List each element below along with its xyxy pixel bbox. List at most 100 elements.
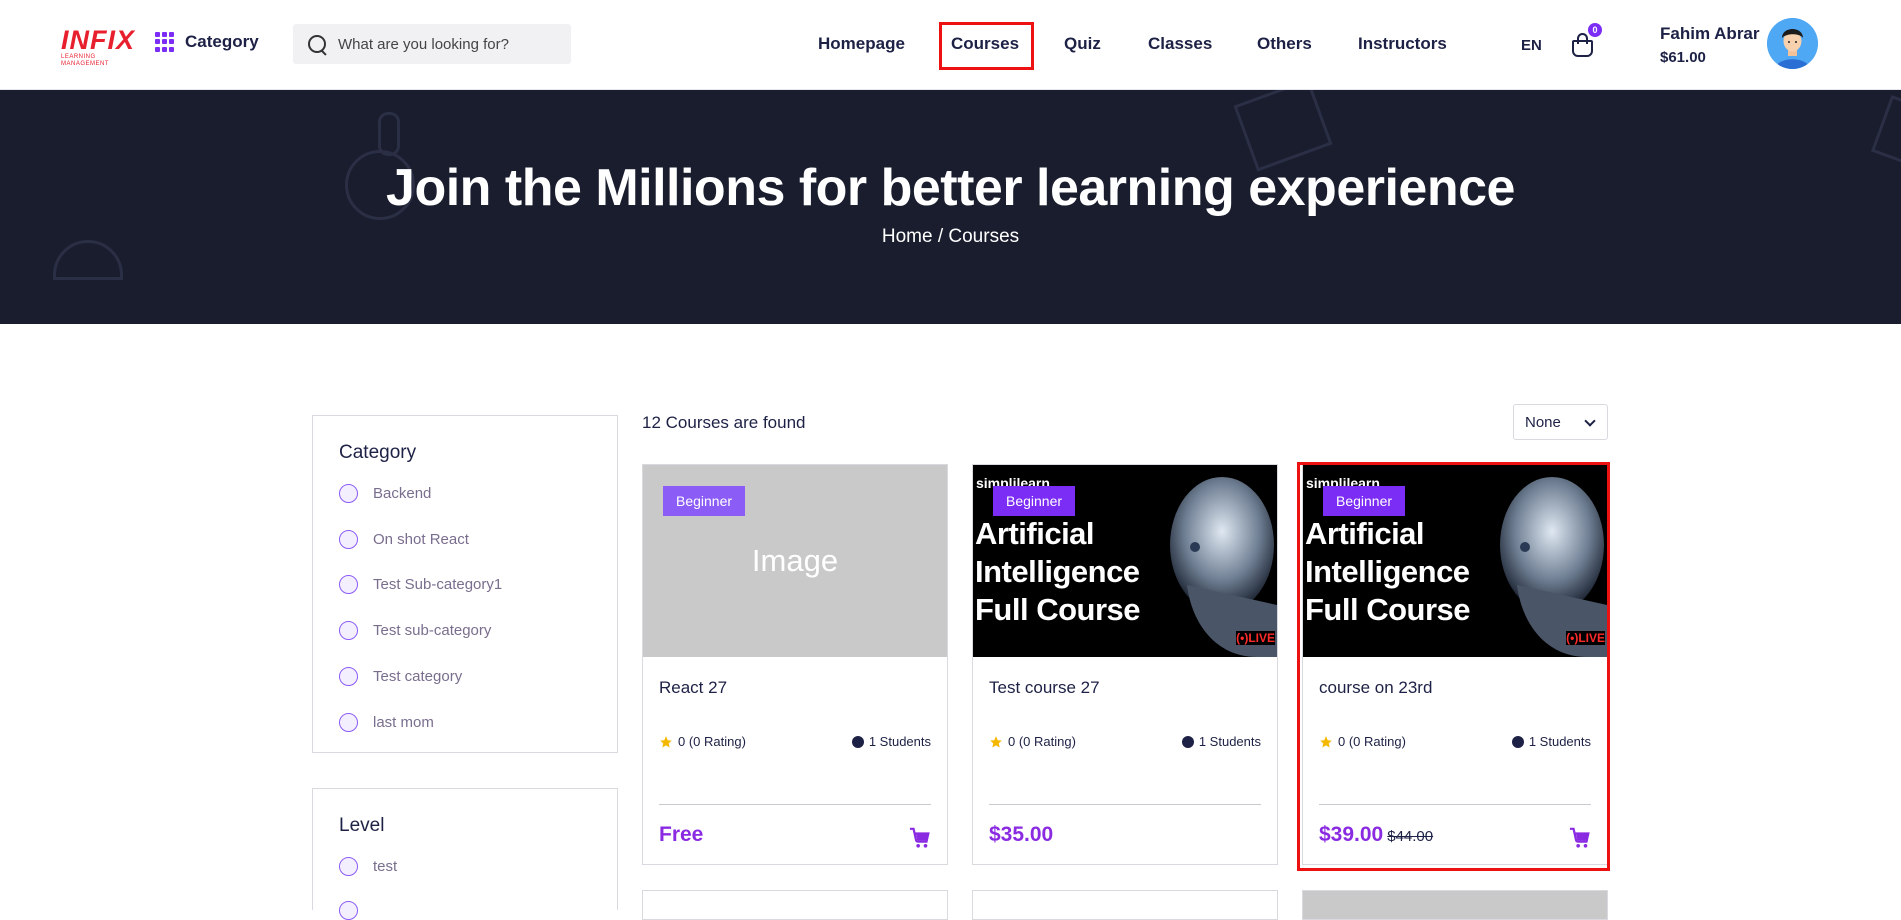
thumbnail-headline: Artificial Intelligence Full Course xyxy=(1305,516,1471,627)
breadcrumb: Home / Courses xyxy=(0,226,1901,248)
radio-button[interactable] xyxy=(339,484,358,503)
site-logo[interactable]: INFIX LEARNING MANAGEMENT xyxy=(61,25,141,67)
user-icon xyxy=(1511,735,1524,748)
category-filter-panel: Category Backend On shot React Test Sub-… xyxy=(312,415,618,753)
hero-title: Join the Millions for better learning ex… xyxy=(386,159,1515,217)
active-nav-highlight xyxy=(939,22,1034,70)
course-title[interactable]: course on 23rd xyxy=(1319,678,1432,698)
price-current: $39.00 xyxy=(1319,823,1384,846)
breadcrumb-current: Courses xyxy=(948,226,1020,247)
language-selector[interactable]: EN xyxy=(1521,37,1542,54)
search-input[interactable] xyxy=(338,35,558,53)
category-filter-title: Category xyxy=(339,442,417,463)
nav-quiz[interactable]: Quiz xyxy=(1064,34,1101,54)
rating-text: 0 (0 Rating) xyxy=(1338,734,1406,749)
course-rating: 0 (0 Rating) xyxy=(989,734,1076,749)
add-to-cart-icon[interactable] xyxy=(1569,827,1591,849)
chevron-down-icon xyxy=(1584,415,1596,427)
decorative-pencil-icon xyxy=(1870,94,1901,166)
card-divider xyxy=(989,804,1261,805)
category-option-last-mom[interactable]: last mom xyxy=(339,713,434,732)
user-icon xyxy=(851,735,864,748)
course-price: $35.00 xyxy=(989,823,1053,847)
price-current: Free xyxy=(659,823,704,846)
add-to-cart-icon[interactable] xyxy=(909,827,931,849)
avatar[interactable] xyxy=(1767,18,1818,69)
course-title[interactable]: React 27 xyxy=(659,678,727,698)
option-label: Test Sub-category1 xyxy=(373,576,503,593)
students-text: 1 Students xyxy=(1198,734,1261,749)
thumbnail-headline: Artificial Intelligence Full Course xyxy=(975,516,1141,627)
course-students: 1 Students xyxy=(1181,734,1261,749)
course-card-partial[interactable] xyxy=(972,890,1278,920)
course-students: 1 Students xyxy=(1511,734,1591,749)
course-card[interactable]: simplilearn Artificial Intelligence Full… xyxy=(972,464,1278,865)
option-label: On shot React xyxy=(373,531,469,548)
radio-button[interactable] xyxy=(339,713,358,732)
card-divider xyxy=(659,804,931,805)
course-price: $39.00 $44.00 xyxy=(1319,823,1433,847)
live-badge: (•)LIVE xyxy=(1236,631,1275,645)
option-label: Test sub-category xyxy=(373,622,492,639)
radio-button[interactable] xyxy=(339,621,358,640)
course-card[interactable]: Image Beginner React 27 0 (0 Rating) 1 S… xyxy=(642,464,948,865)
level-filter-panel: Level test xyxy=(312,788,618,920)
user-name[interactable]: Fahim Abrar xyxy=(1660,24,1760,44)
nav-others[interactable]: Others xyxy=(1257,34,1312,54)
site-header: INFIX LEARNING MANAGEMENT Category Homep… xyxy=(0,0,1901,90)
students-text: 1 Students xyxy=(868,734,931,749)
cart-count-badge: 0 xyxy=(1588,23,1602,37)
nav-instructors[interactable]: Instructors xyxy=(1358,34,1447,54)
user-balance: $61.00 xyxy=(1660,49,1706,66)
course-rating: 0 (0 Rating) xyxy=(659,734,746,749)
course-students: 1 Students xyxy=(851,734,931,749)
category-option-test-sub-category1[interactable]: Test Sub-category1 xyxy=(339,575,502,594)
option-label: Backend xyxy=(373,485,432,502)
sort-value: None xyxy=(1525,413,1561,431)
category-menu-button[interactable]: Category xyxy=(155,32,259,52)
grid-icon xyxy=(155,32,175,52)
logo-text: INFIX xyxy=(61,25,136,55)
level-option-partial[interactable] xyxy=(339,901,358,920)
students-text: 1 Students xyxy=(1528,734,1591,749)
star-icon xyxy=(1320,735,1332,748)
star-icon xyxy=(990,735,1002,748)
logo-subtext: LEARNING MANAGEMENT xyxy=(61,54,110,67)
course-card[interactable]: simplilearn Artificial Intelligence Full… xyxy=(1302,464,1608,865)
sort-select[interactable]: None xyxy=(1513,404,1608,440)
radio-button[interactable] xyxy=(339,857,358,876)
nav-homepage[interactable]: Homepage xyxy=(818,34,905,54)
breadcrumb-home[interactable]: Home xyxy=(882,226,933,247)
category-option-test-category[interactable]: Test category xyxy=(339,667,462,686)
category-label: Category xyxy=(185,32,259,51)
course-card-partial[interactable] xyxy=(1302,890,1608,920)
course-title[interactable]: Test course 27 xyxy=(989,678,1100,698)
option-label: test xyxy=(373,858,398,875)
category-option-on-shot-react[interactable]: On shot React xyxy=(339,530,469,549)
category-option-backend[interactable]: Backend xyxy=(339,484,431,503)
nav-classes[interactable]: Classes xyxy=(1148,34,1212,54)
courses-found-count: 12 Courses are found xyxy=(642,413,806,432)
level-badge: Beginner xyxy=(1323,486,1406,516)
course-rating: 0 (0 Rating) xyxy=(1319,734,1406,749)
hero-banner: Join the Millions for better learning ex… xyxy=(0,90,1901,324)
user-icon xyxy=(1181,735,1194,748)
search-bar xyxy=(293,24,571,64)
level-badge: Beginner xyxy=(663,486,746,516)
card-divider xyxy=(1319,804,1591,805)
robot-head-image-icon xyxy=(1500,477,1607,657)
radio-button[interactable] xyxy=(339,575,358,594)
search-icon[interactable] xyxy=(308,34,327,54)
breadcrumb-separator: / xyxy=(937,226,944,247)
radio-button[interactable] xyxy=(339,901,358,920)
rating-text: 0 (0 Rating) xyxy=(678,734,746,749)
robot-head-image-icon xyxy=(1170,477,1277,657)
radio-button[interactable] xyxy=(339,667,358,686)
rating-text: 0 (0 Rating) xyxy=(1008,734,1076,749)
course-card-partial[interactable] xyxy=(642,890,948,920)
radio-button[interactable] xyxy=(339,530,358,549)
decorative-handle-icon xyxy=(378,112,400,156)
category-option-test-sub-category[interactable]: Test sub-category xyxy=(339,621,491,640)
course-price: Free xyxy=(659,823,703,847)
level-option-test[interactable]: test xyxy=(339,857,397,876)
